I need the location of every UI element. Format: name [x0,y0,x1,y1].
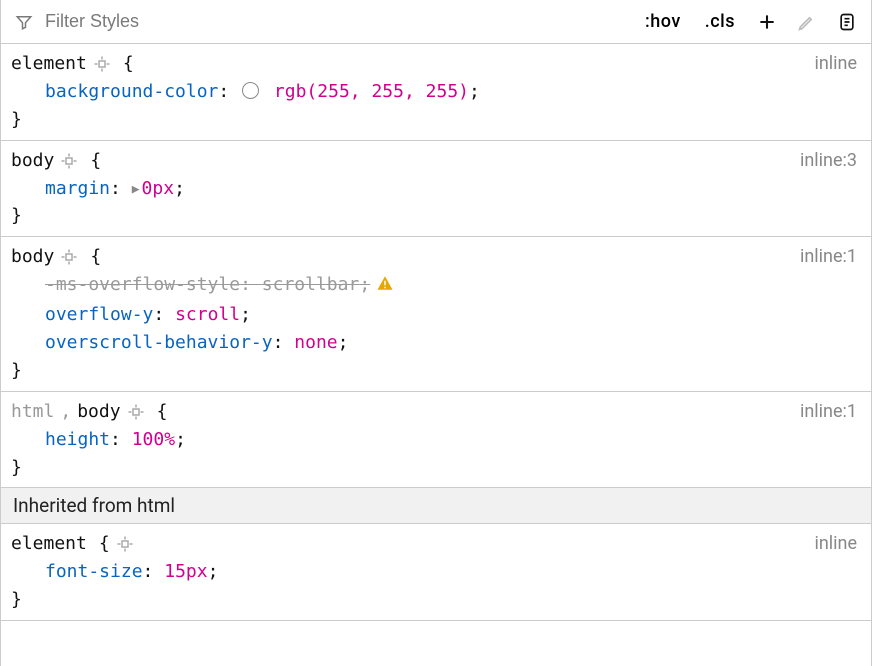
cls-toggle[interactable]: .cls [699,11,741,32]
color-swatch[interactable] [242,82,259,99]
expand-shorthand-icon[interactable]: ▶ [132,180,140,200]
semicolon: ; [208,561,219,582]
css-value[interactable]: 100% [132,429,175,450]
css-property[interactable]: font-size [45,561,143,582]
css-rule: inline:3body {margin: ▶0px;} [1,141,871,238]
colon: : [110,429,132,450]
css-property[interactable]: height [45,429,110,450]
colon: : [240,274,262,295]
open-brace: { [157,398,168,426]
css-property[interactable]: -ms-overflow-style [45,274,240,295]
css-declaration[interactable]: -ms-overflow-style: scrollbar; [11,271,857,301]
css-rule: inlineelement {background-color: rgb(255… [1,44,871,141]
highlight-selector-icon[interactable] [116,535,134,553]
color-picker-icon[interactable] [793,9,821,35]
css-rule: inline:1body {-ms-overflow-style: scroll… [1,237,871,391]
rule-source-link[interactable]: inline:1 [800,398,857,426]
css-property[interactable]: margin [45,178,110,199]
css-rule: inline:1html, body {height: 100%;} [1,392,871,489]
css-value[interactable]: 15px [164,561,207,582]
rules-list[interactable]: inlineelement {background-color: rgb(255… [1,44,871,666]
warning-icon [376,273,394,301]
close-brace: } [11,357,857,385]
rule-selector[interactable]: element { [11,530,857,558]
css-value[interactable]: none [294,332,337,353]
colon: : [218,81,240,102]
selector-part[interactable]: body [77,398,120,426]
colon: : [153,304,175,325]
highlight-selector-icon[interactable] [93,55,111,73]
close-brace: } [11,454,857,482]
open-brace: { [99,530,110,558]
open-brace: { [90,147,101,175]
rule-source-link[interactable]: inline [814,50,857,78]
open-brace: { [90,243,101,271]
rule-selector[interactable]: html, body { [11,398,857,426]
close-brace: } [11,586,857,614]
selector-comma: , [60,398,71,426]
css-property[interactable]: overflow-y [45,304,153,325]
rule-selector[interactable]: body { [11,243,857,271]
hov-toggle[interactable]: :hov [639,11,687,32]
selector-part[interactable]: body [11,243,54,271]
styles-toolbar: :hov .cls [1,0,871,44]
colon: : [143,561,165,582]
semicolon: ; [338,332,349,353]
filter-icon[interactable] [11,9,37,35]
selector-part[interactable]: element [11,530,87,558]
add-rule-button[interactable] [753,9,781,35]
css-declaration[interactable]: font-size: 15px; [11,558,857,586]
toolbar-right: :hov .cls [639,9,861,35]
rule-selector[interactable]: body { [11,147,857,175]
selector-part[interactable]: html [11,398,54,426]
close-brace: } [11,106,857,134]
css-declaration[interactable]: margin: ▶0px; [11,175,857,203]
semicolon: ; [240,304,251,325]
filter-wrap [11,9,633,35]
semicolon: ; [469,81,480,102]
open-brace: { [123,50,134,78]
highlight-selector-icon[interactable] [60,152,78,170]
colon: : [273,332,295,353]
css-property[interactable]: overscroll-behavior-y [45,332,273,353]
colon: : [110,178,132,199]
css-property[interactable]: background-color [45,81,218,102]
css-declaration[interactable]: height: 100%; [11,426,857,454]
rule-selector[interactable]: element { [11,50,857,78]
semicolon: ; [359,274,370,295]
rule-source-link[interactable]: inline:1 [800,243,857,271]
css-rules-panel: :hov .cls inlineelement {background-colo… [0,0,872,666]
highlight-selector-icon[interactable] [127,403,145,421]
selector-part[interactable]: element [11,50,87,78]
css-value[interactable]: scrollbar [262,274,360,295]
selector-part[interactable]: body [11,147,54,175]
stylesheet-icon[interactable] [833,9,861,35]
css-declaration[interactable]: overscroll-behavior-y: none; [11,329,857,357]
css-declaration[interactable]: background-color: rgb(255, 255, 255); [11,78,857,106]
highlight-selector-icon[interactable] [60,248,78,266]
filter-styles-input[interactable] [45,11,245,32]
css-value[interactable]: scroll [175,304,240,325]
css-value[interactable]: 0px [142,178,175,199]
close-brace: } [11,202,857,230]
semicolon: ; [175,429,186,450]
rule-source-link[interactable]: inline [814,530,857,558]
rule-source-link[interactable]: inline:3 [800,147,857,175]
css-value[interactable]: rgb(255, 255, 255) [274,81,469,102]
semicolon: ; [174,178,185,199]
css-rule: inline element { font-size: 15px;} [1,524,871,621]
inherited-section-header: Inherited from html [1,488,871,524]
css-declaration[interactable]: overflow-y: scroll; [11,301,857,329]
